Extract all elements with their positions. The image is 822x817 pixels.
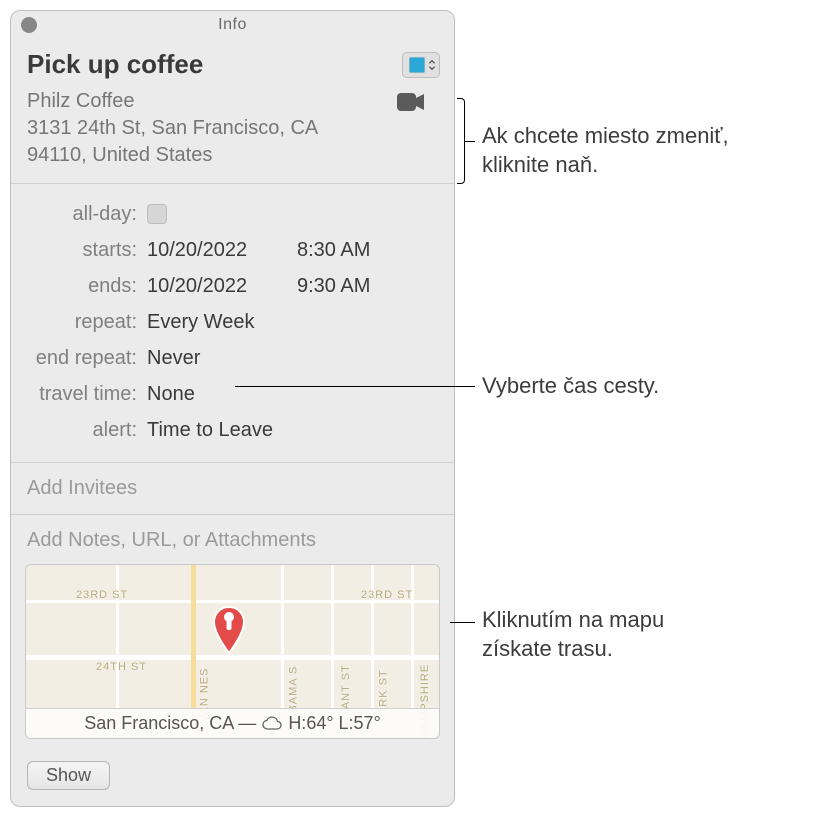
add-invitees-field[interactable]: Add Invitees xyxy=(11,463,454,515)
repeat-label: repeat: xyxy=(25,311,147,334)
weather-temp: H:64° L:57° xyxy=(288,713,380,734)
event-details: all-day: starts: 10/20/2022 8:30 AM ends… xyxy=(11,184,454,463)
travel-time-label: travel time: xyxy=(25,383,147,406)
location-map[interactable]: 23RD ST 23RD ST 24TH ST S VAN NES ALABAM… xyxy=(25,564,440,739)
alert-label: alert: xyxy=(25,419,147,442)
color-swatch-icon xyxy=(409,57,425,73)
alert-value[interactable]: Time to Leave xyxy=(147,419,440,442)
callout-text: Ak chcete miesto zmeniť, xyxy=(482,122,729,151)
end-repeat-value[interactable]: Never xyxy=(147,347,440,370)
event-title[interactable]: Pick up coffee xyxy=(27,49,203,80)
map-pin-icon xyxy=(211,605,247,663)
starts-label: starts: xyxy=(25,239,147,262)
titlebar: Info xyxy=(11,11,454,39)
callout-text: Vyberte čas cesty. xyxy=(482,372,659,401)
annotation-callouts: Ak chcete miesto zmeniť, kliknite naň. V… xyxy=(470,10,812,807)
callout-text: kliknite naň. xyxy=(482,151,729,180)
location-name: Philz Coffee xyxy=(27,88,318,115)
ends-date: 10/20/2022 xyxy=(147,275,267,298)
callout-leader xyxy=(465,141,475,142)
callout-leader xyxy=(235,386,475,387)
video-call-icon[interactable] xyxy=(396,92,426,169)
show-button[interactable]: Show xyxy=(27,761,110,790)
window-title: Info xyxy=(11,16,454,34)
cloud-icon xyxy=(262,716,282,732)
chevron-updown-icon xyxy=(427,59,437,71)
event-header: Pick up coffee Philz Coffee 3131 24th St… xyxy=(11,39,454,184)
callout-text: získate trasu. xyxy=(482,635,664,664)
calendar-color-picker[interactable] xyxy=(402,52,440,78)
callout-text: Kliknutím na mapu xyxy=(482,606,664,635)
event-location[interactable]: Philz Coffee 3131 24th St, San Francisco… xyxy=(27,88,318,169)
info-panel: Info Pick up coffee Philz Coffee 3131 24… xyxy=(10,10,455,807)
callout-leader xyxy=(450,622,475,623)
allday-checkbox[interactable] xyxy=(147,204,167,224)
notes-section: Add Notes, URL, or Attachments 23RD ST 2… xyxy=(11,515,454,749)
ends-value[interactable]: 10/20/2022 9:30 AM xyxy=(147,275,440,298)
weather-city: San Francisco, CA — xyxy=(84,713,256,734)
add-notes-field[interactable]: Add Notes, URL, or Attachments xyxy=(25,529,440,552)
map-weather-strip: San Francisco, CA — H:64° L:57° xyxy=(26,708,439,738)
repeat-value[interactable]: Every Week xyxy=(147,311,440,334)
starts-value[interactable]: 10/20/2022 8:30 AM xyxy=(147,239,440,262)
ends-label: ends: xyxy=(25,275,147,298)
end-repeat-label: end repeat: xyxy=(25,347,147,370)
callout-bracket xyxy=(457,98,465,184)
panel-footer: Show xyxy=(11,749,454,806)
location-address2: 94110, United States xyxy=(27,142,318,169)
location-address1: 3131 24th St, San Francisco, CA xyxy=(27,115,318,142)
starts-time: 8:30 AM xyxy=(297,239,370,262)
allday-label: all-day: xyxy=(25,203,147,226)
ends-time: 9:30 AM xyxy=(297,275,370,298)
starts-date: 10/20/2022 xyxy=(147,239,267,262)
